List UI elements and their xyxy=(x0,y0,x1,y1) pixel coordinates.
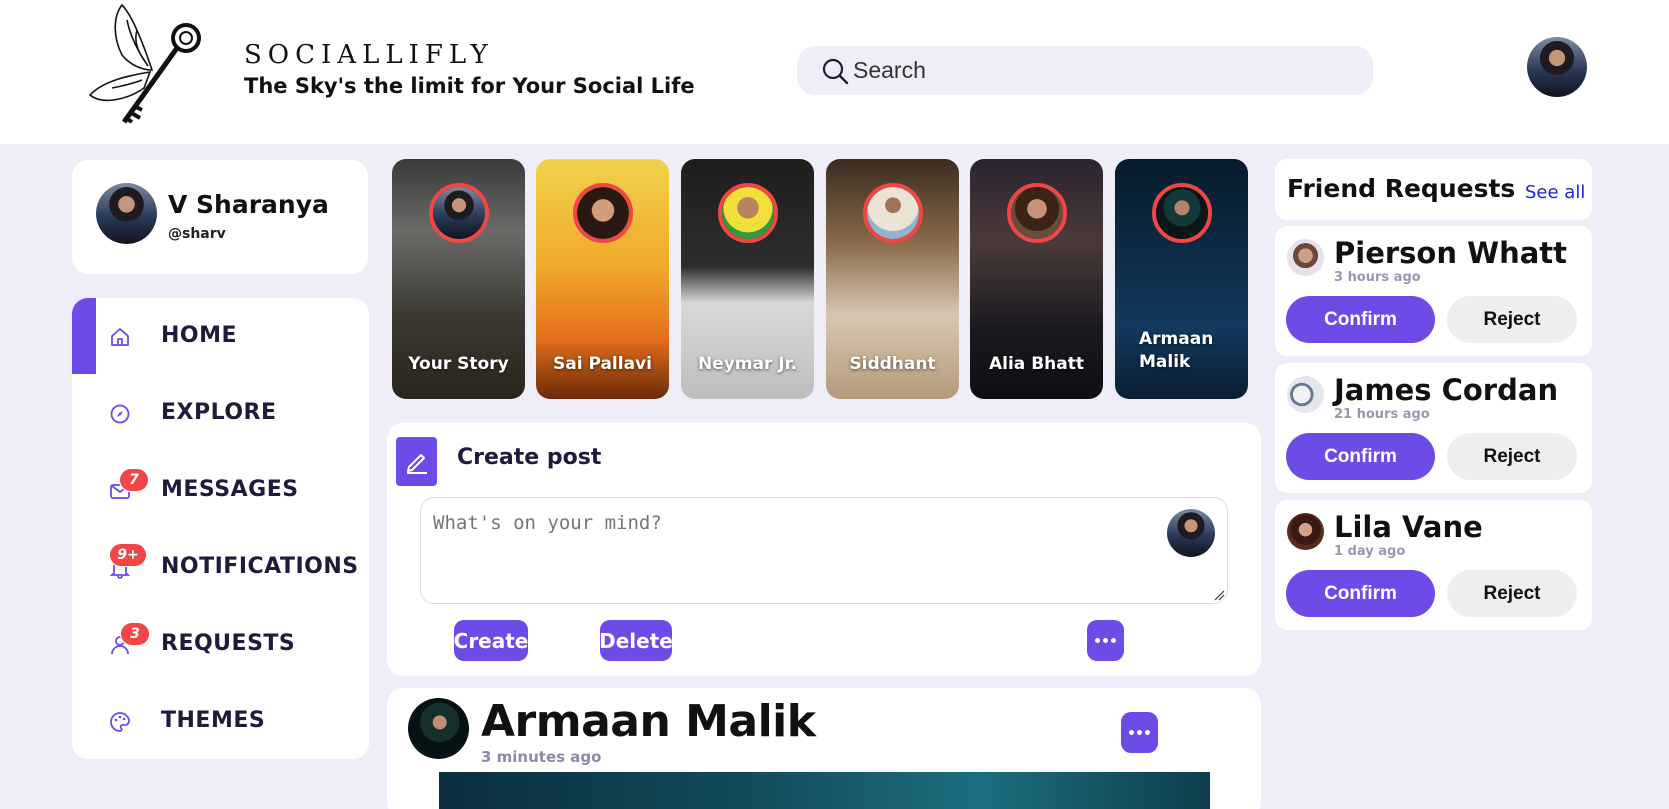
top-bar: SOCIALLIFLY The Sky's the limit for Your… xyxy=(0,0,1669,144)
story-avatar xyxy=(429,183,489,243)
friend-request-card: Lila Vane 1 day ago Confirm Reject xyxy=(1275,500,1592,630)
friend-request-card: James Cordan 21 hours ago Confirm Reject xyxy=(1275,363,1592,493)
reject-button[interactable]: Reject xyxy=(1447,433,1577,480)
sidebar-item-themes[interactable]: THEMES xyxy=(72,683,369,759)
sidebar-nav: HOME EXPLORE 7 MESSAGES 9+ NOTIFICATIONS… xyxy=(72,298,369,759)
confirm-button[interactable]: Confirm xyxy=(1286,570,1435,617)
resize-grip-icon[interactable] xyxy=(1213,589,1225,601)
messages-count-badge: 7 xyxy=(119,468,149,492)
sidebar-item-explore[interactable]: EXPLORE xyxy=(72,375,369,451)
story-card[interactable]: Neymar Jr. xyxy=(681,159,814,399)
notifications-count-badge: 9+ xyxy=(109,543,147,567)
story-name: Your Story xyxy=(408,354,509,374)
search-input[interactable] xyxy=(853,57,1333,84)
create-post-card: Create post Create Delete xyxy=(387,423,1261,676)
sidebar-item-label: NOTIFICATIONS xyxy=(161,554,359,579)
post-text-input[interactable] xyxy=(420,497,1228,604)
requester-name: Pierson Whatt xyxy=(1334,236,1568,270)
brand-name: SOCIALLIFLY xyxy=(244,40,494,70)
profile-avatar xyxy=(96,183,157,244)
story-name: Alia Bhatt xyxy=(989,354,1084,374)
edit-icon xyxy=(396,437,437,486)
request-time: 1 day ago xyxy=(1334,544,1406,559)
request-time: 3 hours ago xyxy=(1334,270,1421,285)
post-image[interactable] xyxy=(439,772,1210,809)
sidebar-item-label: REQUESTS xyxy=(161,631,296,656)
confirm-button[interactable]: Confirm xyxy=(1286,433,1435,480)
create-post-title: Create post xyxy=(457,445,602,470)
search-bar[interactable] xyxy=(797,46,1373,95)
story-card[interactable]: Siddhant xyxy=(826,159,959,399)
composer-avatar xyxy=(1167,509,1215,557)
friend-request-card: Pierson Whatt 3 hours ago Confirm Reject xyxy=(1275,226,1592,356)
confirm-button[interactable]: Confirm xyxy=(1286,296,1435,343)
sidebar-item-notifications[interactable]: 9+ NOTIFICATIONS xyxy=(72,529,369,605)
story-avatar xyxy=(1152,183,1212,243)
request-time: 21 hours ago xyxy=(1334,407,1430,422)
sidebar-item-label: THEMES xyxy=(161,708,266,733)
story-avatar xyxy=(863,183,923,243)
requester-name: Lila Vane xyxy=(1334,510,1483,544)
friend-requests-header: Friend Requests See all xyxy=(1275,159,1592,220)
header-avatar[interactable] xyxy=(1527,37,1587,97)
compass-icon xyxy=(110,404,130,424)
story-name: Neymar Jr. xyxy=(697,354,798,374)
profile-card[interactable]: V Sharanya @sharv xyxy=(72,160,368,274)
post-options-button[interactable] xyxy=(1121,712,1158,753)
sidebar-item-messages[interactable]: 7 MESSAGES xyxy=(72,452,369,528)
brand-tagline: The Sky's the limit for Your Social Life xyxy=(244,74,695,98)
sidebar-item-label: EXPLORE xyxy=(161,400,277,425)
reject-button[interactable]: Reject xyxy=(1447,570,1577,617)
reject-button[interactable]: Reject xyxy=(1447,296,1577,343)
requester-name: James Cordan xyxy=(1334,373,1559,407)
story-avatar xyxy=(1007,183,1067,243)
requests-count-badge: 3 xyxy=(120,622,150,646)
story-avatar xyxy=(573,183,633,243)
home-icon xyxy=(111,328,129,346)
search-icon xyxy=(822,58,849,84)
post-timestamp: 3 minutes ago xyxy=(481,748,602,766)
story-avatar xyxy=(718,183,778,243)
story-name: Sai Pallavi xyxy=(553,354,652,374)
post-author-avatar[interactable] xyxy=(408,698,469,759)
sidebar-item-label: HOME xyxy=(161,323,238,348)
story-card[interactable]: Sai Pallavi xyxy=(536,159,669,399)
butterfly-key-logo xyxy=(88,3,201,124)
friend-requests-title: Friend Requests xyxy=(1287,174,1516,203)
palette-icon xyxy=(110,712,130,732)
sidebar-item-home[interactable]: HOME xyxy=(72,298,369,374)
story-name: Armaan Malik xyxy=(1139,329,1214,372)
requester-avatar[interactable] xyxy=(1287,513,1324,550)
story-card[interactable]: Armaan Malik xyxy=(1115,159,1248,399)
profile-handle: @sharv xyxy=(168,226,226,242)
see-all-link[interactable]: See all xyxy=(1525,182,1585,203)
story-card[interactable]: Alia Bhatt xyxy=(970,159,1103,399)
profile-name: V Sharanya xyxy=(168,190,329,219)
requester-avatar[interactable] xyxy=(1287,239,1324,276)
story-name: Siddhant xyxy=(849,354,936,374)
create-button[interactable]: Create xyxy=(454,620,528,661)
sidebar-item-label: MESSAGES xyxy=(161,477,299,502)
story-card[interactable]: Your Story xyxy=(392,159,525,399)
post-author-name[interactable]: Armaan Malik xyxy=(481,696,816,747)
post-card: Armaan Malik 3 minutes ago xyxy=(387,688,1261,809)
requester-avatar[interactable] xyxy=(1287,376,1324,413)
delete-button[interactable]: Delete xyxy=(599,620,673,661)
more-options-button[interactable] xyxy=(1087,620,1124,661)
sidebar-item-requests[interactable]: 3 REQUESTS xyxy=(72,606,369,682)
